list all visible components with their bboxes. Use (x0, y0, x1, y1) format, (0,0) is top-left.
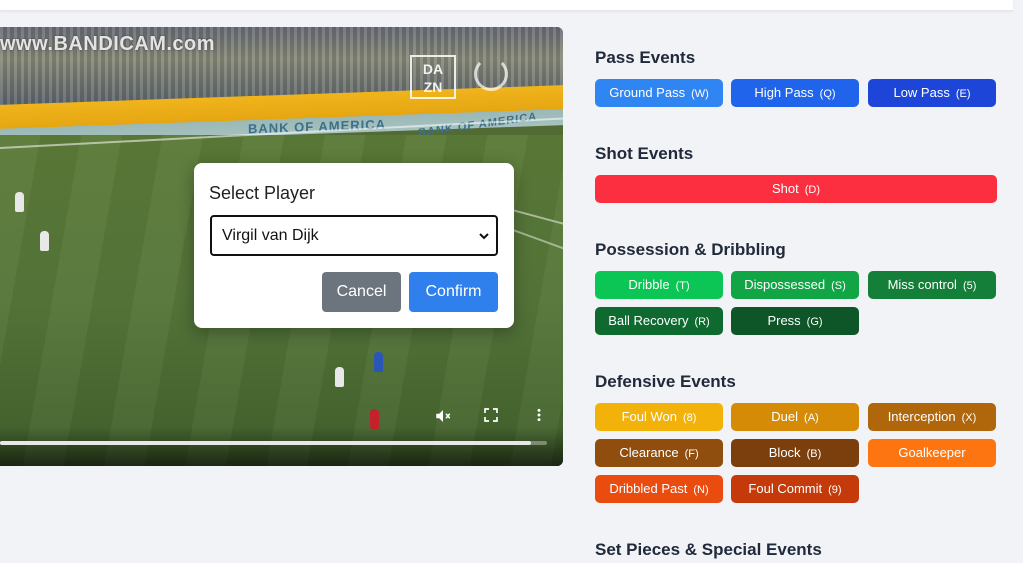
event-label: Goalkeeper (898, 445, 966, 460)
ground-pass-button[interactable]: Ground Pass (W) (595, 79, 723, 107)
event-label: Clearance (619, 445, 679, 460)
event-label: Duel (771, 409, 799, 424)
recording-watermark: www.BANDICAM.com (0, 33, 216, 55)
event-label: Block (768, 445, 801, 460)
event-label: Low Pass (893, 85, 950, 100)
dispossessed-button[interactable]: Dispossessed (S) (731, 271, 859, 299)
dribble-button[interactable]: Dribble (T) (595, 271, 723, 299)
duel-button[interactable]: Duel (A) (731, 403, 859, 431)
player-figure (335, 367, 344, 387)
event-label: Miss control (887, 277, 957, 292)
clearance-button[interactable]: Clearance (F) (595, 439, 723, 467)
event-label: Shot (771, 181, 799, 196)
broadcaster-logo: DA ZN (410, 55, 456, 99)
section-title-defensive: Defensive Events (595, 372, 736, 391)
interception-button[interactable]: Interception (X) (868, 403, 996, 431)
shortcut-key: (G) (806, 316, 823, 328)
event-label: Press (767, 313, 801, 328)
fullscreen-icon[interactable] (481, 407, 501, 427)
modal-title: Select Player (209, 183, 316, 203)
event-label: Foul Commit (748, 481, 823, 496)
shortcut-key: (T) (675, 280, 690, 292)
miss-control-button[interactable]: Miss control (5) (868, 271, 996, 299)
shortcut-key: (W) (691, 88, 709, 100)
section-title-shot: Shot Events (595, 144, 694, 163)
top-bar (0, 0, 1013, 11)
dribbled-past-button[interactable]: Dribbled Past (N) (595, 475, 723, 503)
section-title-possession: Possession & Dribbling (595, 240, 786, 259)
progress-bar[interactable] (0, 441, 547, 445)
ball-recovery-button[interactable]: Ball Recovery (R) (595, 307, 723, 335)
confirm-button[interactable]: Confirm (409, 272, 498, 312)
shortcut-key: (F) (684, 448, 699, 460)
shortcut-key: (R) (694, 316, 710, 328)
event-label: Dribbled Past (609, 481, 688, 496)
shortcut-key: (Q) (819, 88, 836, 100)
shortcut-key: (X) (961, 412, 977, 424)
goalkeeper-button[interactable]: Goalkeeper (868, 439, 996, 467)
more-vert-icon[interactable] (529, 407, 549, 427)
section-title-pass: Pass Events (595, 48, 696, 67)
foul-won-button[interactable]: Foul Won (8) (595, 403, 723, 431)
shortcut-key: (D) (804, 184, 821, 196)
event-label: Dispossessed (744, 277, 826, 292)
loading-icon (474, 57, 508, 91)
event-label: Interception (887, 409, 956, 424)
player-figure (374, 352, 383, 372)
shortcut-key: (E) (955, 88, 971, 100)
player-figure (370, 409, 379, 429)
foul-commit-button[interactable]: Foul Commit (9) (731, 475, 859, 503)
press-button[interactable]: Press (G) (731, 307, 859, 335)
shortcut-key: (5) (962, 280, 977, 292)
player-select[interactable]: Virgil van Dijk (210, 215, 498, 256)
event-label: Ball Recovery (608, 313, 689, 328)
progress-fill (0, 441, 531, 445)
section-title-setpieces: Set Pieces & Special Events (595, 540, 822, 559)
shortcut-key: (S) (831, 280, 846, 292)
player-figure (40, 231, 49, 251)
selected-player: Virgil van Dijk (222, 227, 319, 244)
select-player-modal: Select Player Virgil van Dijk Cancel Con… (194, 163, 514, 328)
cancel-button[interactable]: Cancel (322, 272, 401, 312)
high-pass-button[interactable]: High Pass (Q) (731, 79, 859, 107)
event-label: Ground Pass (609, 85, 686, 100)
video-controls (0, 427, 563, 466)
shortcut-key: (B) (806, 448, 822, 460)
player-figure (15, 192, 24, 212)
event-label: Foul Won (621, 409, 677, 424)
event-label: High Pass (754, 85, 814, 100)
event-label: Dribble (628, 277, 670, 292)
block-button[interactable]: Block (B) (731, 439, 859, 467)
shortcut-key: (8) (682, 412, 697, 424)
low-pass-button[interactable]: Low Pass (E) (868, 79, 996, 107)
chevron-down-icon (478, 217, 490, 254)
mute-icon[interactable] (433, 407, 453, 427)
shot-button[interactable]: Shot (D) (595, 175, 997, 203)
shortcut-key: (A) (804, 412, 819, 424)
shortcut-key: (9) (828, 484, 842, 496)
shortcut-key: (N) (693, 484, 709, 496)
